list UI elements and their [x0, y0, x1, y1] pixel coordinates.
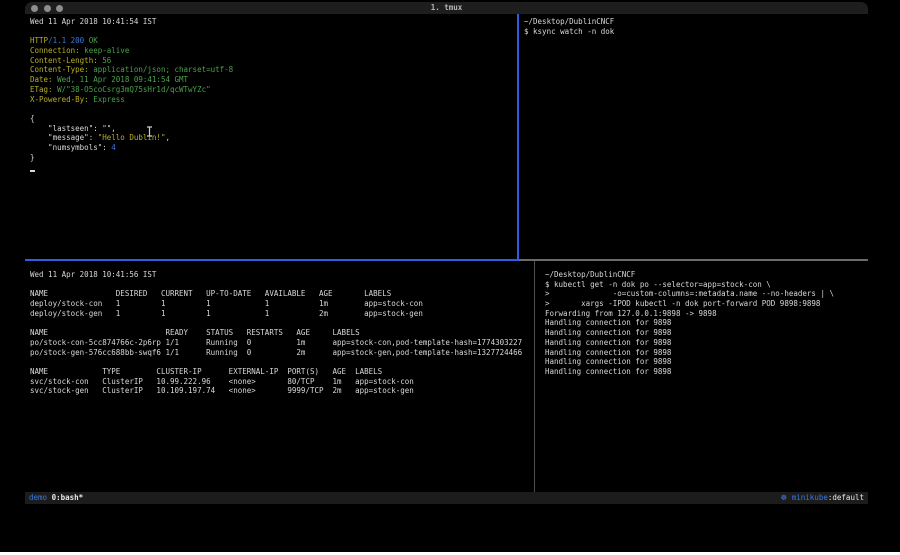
terminal-line: {: [30, 114, 519, 124]
terminal-line: ~/Desktop/DublinCNCF: [545, 270, 876, 280]
terminal-line: NAME TYPE CLUSTER-IP EXTERNAL-IP PORT(S)…: [30, 367, 536, 377]
terminal-line: [30, 27, 519, 37]
window-list-item[interactable]: 0:bash*: [52, 493, 84, 502]
kube-context: minikube: [787, 493, 828, 502]
session-name: demo: [29, 493, 47, 502]
terminal-line: $ kubectl get -n dok po --selector=app=s…: [545, 280, 876, 290]
terminal-line: Wed 11 Apr 2018 10:41:56 IST: [30, 270, 536, 280]
terminal-line: "lastseen": "",: [30, 124, 519, 134]
terminal-line: > -o=custom-columns=:metadata.name --no-…: [545, 289, 876, 299]
pane-ksync-watch[interactable]: ~/Desktop/DublinCNCF$ ksync watch -n dok: [520, 14, 872, 262]
terminal-line: deploy/stock-gen 1 1 1 1 2m app=stock-ge…: [30, 309, 536, 319]
terminal-line: [30, 318, 536, 328]
terminal-window: 1. tmux Wed 11 Apr 2018 10:41:54 IST HTTP…: [25, 2, 868, 504]
terminal-line: Handling connection for 9898: [545, 348, 876, 358]
terminal-line: $ ksync watch -n dok: [524, 27, 872, 37]
terminal-line: NAME READY STATUS RESTARTS AGE LABELS: [30, 328, 536, 338]
terminal-line: Content-Type: application/json; charset=…: [30, 65, 519, 75]
terminal-line: svc/stock-gen ClusterIP 10.109.197.74 <n…: [30, 386, 536, 396]
terminal-line: Handling connection for 9898: [545, 367, 876, 377]
terminal-line: "numsymbols": 4: [30, 143, 519, 153]
terminal-line: Handling connection for 9898: [545, 338, 876, 348]
terminal-line: ~/Desktop/DublinCNCF: [524, 17, 872, 27]
terminal-line: Content-Length: 56: [30, 56, 519, 66]
terminal-line: X-Powered-By: Express: [30, 95, 519, 105]
terminal-line: Handling connection for 9898: [545, 328, 876, 338]
pane-kubectl-resources[interactable]: Wed 11 Apr 2018 10:41:56 IST NAME DESIRED…: [28, 261, 536, 501]
terminal-line: [30, 357, 536, 367]
terminal-line: [30, 280, 536, 290]
terminal-line: Wed 11 Apr 2018 10:41:54 IST: [30, 17, 519, 27]
terminal-line: }: [30, 153, 519, 163]
terminal-line: NAME DESIRED CURRENT UP-TO-DATE AVAILABL…: [30, 289, 536, 299]
tmux-status-bar: demo 0:bash* ☸ minikube:default: [25, 492, 868, 504]
pane-border-horizontal[interactable]: [519, 259, 868, 261]
terminal-line: Forwarding from 127.0.0.1:9898 -> 9898: [545, 309, 876, 319]
terminal-line: Connection: keep-alive: [30, 46, 519, 56]
terminal-line: [30, 104, 519, 114]
terminal-line: Date: Wed, 11 Apr 2018 09:41:54 GMT: [30, 75, 519, 85]
pane-port-forward[interactable]: ~/Desktop/DublinCNCF$ kubectl get -n dok…: [537, 261, 876, 501]
active-pane-border-vertical[interactable]: [517, 14, 519, 260]
terminal-line: po/stock-gen-576cc688bb-swqf6 1/1 Runnin…: [30, 348, 536, 358]
kube-namespace: :default: [828, 493, 864, 502]
pane-border-vertical[interactable]: [534, 261, 535, 492]
pane-http-response[interactable]: Wed 11 Apr 2018 10:41:54 IST HTTP/1.1 200…: [28, 14, 519, 262]
terminal-line: > xargs -IPOD kubectl -n dok port-forwar…: [545, 299, 876, 309]
window-title: 1. tmux: [25, 2, 868, 14]
terminal-line: Handling connection for 9898: [545, 357, 876, 367]
window-titlebar[interactable]: 1. tmux: [25, 2, 868, 14]
terminal-line: "message": "Hello Dublin!",: [30, 133, 519, 143]
status-right: ☸ minikube:default: [781, 492, 865, 504]
terminal-line: po/stock-con-5cc874766c-2p6rp 1/1 Runnin…: [30, 338, 536, 348]
terminal-line: HTTP/1.1 200 OK: [30, 36, 519, 46]
status-left: demo 0:bash*: [29, 492, 83, 504]
terminal-line: deploy/stock-con 1 1 1 1 1m app=stock-co…: [30, 299, 536, 309]
mouse-cursor-ibeam: [146, 122, 153, 141]
terminal-line: svc/stock-con ClusterIP 10.99.222.96 <no…: [30, 377, 536, 387]
active-pane-border-horizontal[interactable]: [25, 259, 519, 261]
screen: 1. tmux Wed 11 Apr 2018 10:41:54 IST HTTP…: [0, 0, 900, 555]
terminal-cursor: [30, 170, 35, 172]
terminal-line: ETag: W/"38-O5coCsrg3mQ75sHr1d/qcWTwYZc": [30, 85, 519, 95]
terminal-line: Handling connection for 9898: [545, 318, 876, 328]
